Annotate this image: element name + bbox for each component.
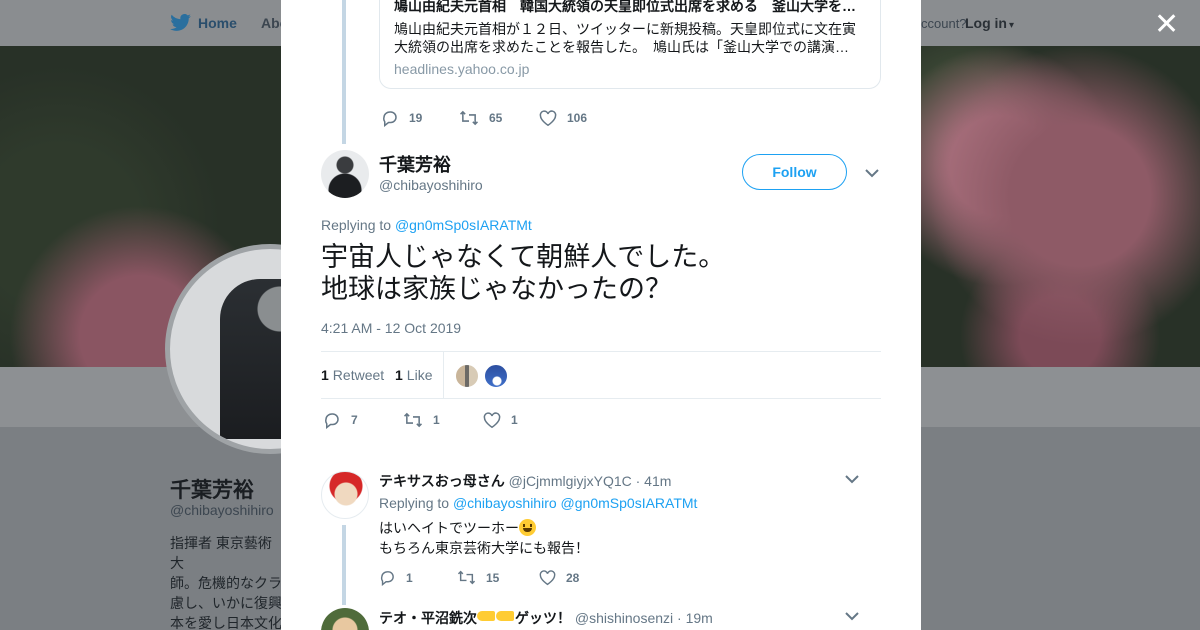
smile-emoji-icon [519, 519, 536, 536]
reply-actions: 1 15 28 [379, 569, 579, 586]
retweet-icon [403, 412, 423, 428]
author-handle[interactable]: @chibayoshihiro [379, 177, 483, 193]
pointing-hand-icon [477, 611, 495, 621]
reply-count: 7 [351, 413, 358, 427]
like-count: 106 [567, 111, 588, 125]
nav-home-link[interactable]: Home [170, 14, 237, 32]
replying-to: Replying to @gn0mSp0sIARATMt [321, 217, 532, 233]
card-domain: headlines.yahoo.co.jp [394, 61, 530, 77]
retweet-count: 65 [489, 111, 503, 125]
author-avatar[interactable] [321, 150, 369, 198]
replying-to-link[interactable]: @gn0mSp0sIARATMt [395, 217, 532, 233]
reply-text-line1: はいヘイトでツーホー [379, 520, 519, 536]
profile-name: 千葉芳裕 [170, 479, 254, 502]
card-title: 鳩山由紀夫元首相 韓国大統領の天皇即位式出席を求める 釜山大学を… [394, 0, 856, 14]
reply-tweet: テキサスおっ母さん @jCjmmlgiyjxYQ1C · 41m Replyin… [321, 471, 881, 596]
pointing-hand-icon [496, 611, 514, 621]
thread-line-top [342, 0, 346, 144]
retweet-icon [457, 570, 476, 585]
link-preview-card[interactable]: 鳩山由紀夫元首相 韓国大統領の天皇即位式出席を求める 釜山大学を… 鳩山由紀夫元… [379, 0, 881, 89]
tweet-actions: 7 1 1 [323, 411, 518, 429]
reply-time[interactable]: · 41m [636, 473, 672, 489]
retweet-button[interactable]: 15 [457, 569, 539, 586]
reply-author-name[interactable]: テオ・平沼銑次 ゲッツ！ [379, 610, 571, 626]
nav-home-label: Home [198, 15, 237, 31]
reply-button[interactable]: 19 [381, 109, 459, 127]
retweet-stat[interactable]: 1 Retweet [321, 367, 384, 383]
heart-icon [539, 569, 556, 585]
card-description: 鳩山由紀夫元首相が１２日、ツイッターに新規投稿。天皇即位式に文在寅大統領の出席を… [394, 21, 856, 55]
profile-bio: 指揮者 東京藝術大 師。危機的なクラ 慮し、いかに復興 本を愛し日本文化 写真と… [170, 535, 282, 630]
like-button[interactable]: 1 [483, 411, 518, 429]
reply-button[interactable]: 7 [323, 411, 403, 429]
tweet-author: 千葉芳裕 @chibayoshihiro Follow [321, 150, 881, 200]
tweet-stats: 1 Retweet 1 Like [321, 351, 881, 399]
reply-icon [325, 413, 339, 429]
chevron-down-icon[interactable] [844, 608, 860, 624]
like-count: 1 [511, 413, 518, 427]
heart-icon [539, 109, 557, 126]
engager-avatar[interactable] [455, 364, 479, 388]
retweet-button[interactable]: 65 [459, 109, 539, 127]
author-name[interactable]: 千葉芳裕 [379, 151, 451, 177]
close-icon[interactable]: ✕ [1154, 10, 1179, 40]
replying-prefix: Replying to [321, 217, 392, 233]
tweet-modal: 鳩山由紀夫元首相 韓国大統領の天皇即位式出席を求める 釜山大学を… 鳩山由紀夫元… [281, 0, 921, 630]
retweet-icon [459, 110, 479, 126]
replying-to-link[interactable]: @gn0mSp0sIARATMt [561, 495, 698, 511]
follow-button[interactable]: Follow [742, 154, 847, 190]
caret-down-icon: ▾ [1009, 20, 1015, 31]
engager-avatar[interactable] [484, 364, 508, 388]
reply-author-name[interactable]: テキサスおっ母さん [379, 473, 505, 489]
like-button[interactable]: 106 [539, 109, 588, 127]
like-stat-count: 1 [395, 367, 403, 383]
reply-avatar[interactable] [321, 608, 369, 630]
retweet-button[interactable]: 1 [403, 411, 483, 429]
replying-prefix: Replying to [379, 495, 450, 511]
reply-tweet: テオ・平沼銑次 ゲッツ！ @shishinosenzi · 19m [321, 608, 881, 630]
reply-author-handle[interactable]: @jCjmmlgiyjxYQ1C [509, 473, 632, 489]
reply-button[interactable]: 1 [379, 569, 457, 586]
reply-avatar[interactable] [321, 471, 369, 519]
reply-replying-to: Replying to @chibayoshihiro @gn0mSp0sIAR… [379, 495, 697, 511]
profile-handle: @chibayoshihiro [170, 502, 274, 518]
twitter-bird-icon [170, 14, 191, 31]
account-question-text: ccount? [921, 16, 967, 31]
reply-text: はいヘイトでツーホーもちろん東京芸術大学にも報告！ [379, 518, 589, 558]
like-stat[interactable]: 1 Like [395, 367, 432, 383]
chevron-down-icon[interactable] [864, 165, 880, 181]
login-label: Log in [965, 15, 1007, 31]
reply-icon [380, 571, 394, 586]
reply-author-handle[interactable]: @shishinosenzi [575, 610, 673, 626]
reply-header: テキサスおっ母さん @jCjmmlgiyjxYQ1C · 41m [379, 471, 671, 491]
reply-count: 19 [409, 111, 423, 125]
like-stat-label: Like [406, 367, 433, 383]
retweet-stat-label: Retweet [332, 367, 385, 383]
retweet-count: 1 [433, 413, 440, 427]
login-link[interactable]: Log in ▾ [965, 15, 1014, 31]
replying-to-link[interactable]: @chibayoshihiro [453, 495, 557, 511]
tweet-timestamp[interactable]: 4:21 AM - 12 Oct 2019 [321, 320, 461, 336]
reply-icon [383, 111, 397, 127]
reply-time[interactable]: · 19m [677, 610, 713, 626]
retweet-count: 15 [486, 570, 500, 585]
reply-header: テオ・平沼銑次 ゲッツ！ @shishinosenzi · 19m [379, 608, 713, 628]
stats-divider [443, 352, 444, 399]
retweet-stat-count: 1 [321, 367, 329, 383]
chevron-down-icon[interactable] [844, 471, 860, 487]
reply-name-part1: テオ・平沼銑次 [379, 610, 477, 626]
reply-name-part2: ゲッツ！ [515, 610, 571, 626]
reply-text-line2: もちろん東京芸術大学にも報告！ [379, 540, 589, 556]
like-count: 28 [566, 570, 580, 585]
heart-icon [483, 411, 501, 428]
tweet-text: 宇宙人じゃなくて朝鮮人でした。 地球は家族じゃなかったの？ [321, 242, 726, 304]
like-button[interactable]: 28 [539, 569, 580, 586]
parent-tweet-actions: 19 65 106 [381, 109, 587, 127]
reply-count: 1 [406, 570, 413, 585]
